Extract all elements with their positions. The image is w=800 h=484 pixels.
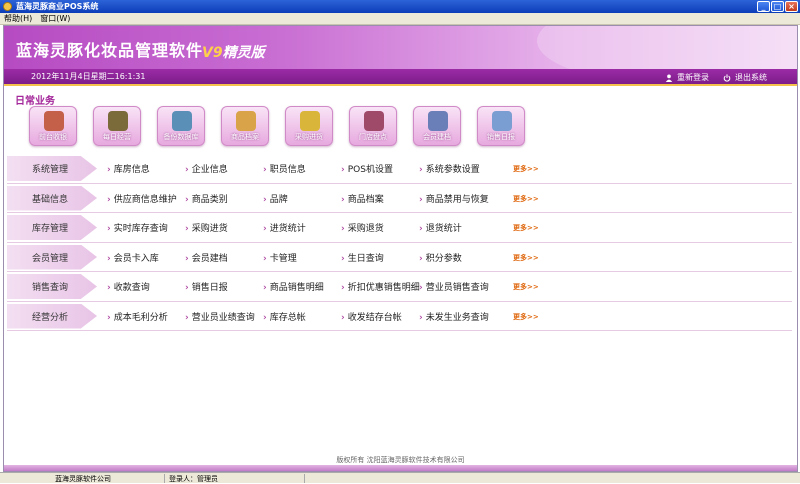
menu-link[interactable]: 商品销售明细 [263, 280, 341, 293]
version-label: V9精灵版 [202, 42, 265, 62]
maximize-button[interactable]: □ [771, 1, 784, 12]
quick-stocktake[interactable]: 门店盘点 [349, 106, 397, 146]
relogin-button[interactable]: 重新登录 [665, 72, 709, 83]
banner-decoration [537, 26, 797, 69]
quick-products[interactable]: 商品档案 [221, 106, 269, 146]
menubar: 帮助(H) 窗口(W) [0, 13, 800, 25]
more-link[interactable]: 更多>> [513, 223, 539, 233]
more-link[interactable]: 更多>> [513, 253, 539, 263]
menu-link[interactable]: 系统参数设置 [419, 162, 497, 175]
footer-band [4, 465, 797, 471]
row-sales: 销售查询 收款查询 销售日报 商品销售明细 折扣优惠销售明细 营业员销售查询 更… [7, 272, 792, 302]
close-button[interactable]: × [785, 1, 798, 12]
daily-icon [108, 111, 128, 131]
category-label: 库存管理 [7, 215, 97, 240]
menu-link[interactable]: 退货统计 [419, 221, 497, 234]
quick-daily[interactable]: 每日经营 [93, 106, 141, 146]
menu-link[interactable]: 收发结存台帐 [341, 310, 419, 323]
menu-link[interactable]: 库房信息 [107, 162, 185, 175]
relogin-label: 重新登录 [677, 73, 709, 82]
status-company: 蓝海灵豚软件公司 [0, 474, 165, 483]
quick-purchase[interactable]: 采购进货 [285, 106, 333, 146]
app-icon [3, 2, 12, 11]
menu-link[interactable]: 未发生业务查询 [419, 310, 497, 323]
quick-report[interactable]: 销售日报 [477, 106, 525, 146]
quick-backup[interactable]: 备份数据库 [157, 106, 205, 146]
version-v: V9 [202, 45, 223, 61]
menu-link[interactable]: 卡管理 [263, 251, 341, 264]
menu-link[interactable]: 营业员销售查询 [419, 280, 497, 293]
exit-label: 退出系统 [735, 73, 767, 82]
minimize-button[interactable]: _ [757, 1, 770, 12]
truck-icon [300, 111, 320, 131]
date-bar: 2012年11月4日星期二16:1:31 重新登录 退出系统 [4, 69, 797, 86]
status-user: 登录人：管理员 [165, 474, 305, 483]
menu-link[interactable]: 采购进货 [185, 221, 263, 234]
function-rows: 系统管理 库房信息 企业信息 职员信息 POS机设置 系统参数设置 更多>> 基… [7, 154, 792, 331]
menu-link[interactable]: 品牌 [263, 192, 341, 205]
menu-help[interactable]: 帮助(H) [0, 13, 36, 24]
menu-link[interactable]: 成本毛利分析 [107, 310, 185, 323]
more-link[interactable]: 更多>> [513, 282, 539, 292]
menu-link[interactable]: 会员卡入库 [107, 251, 185, 264]
power-icon [723, 73, 731, 82]
section-title: 日常业务 [15, 96, 55, 107]
row-member: 会员管理 会员卡入库 会员建档 卡管理 生日查询 积分参数 更多>> [7, 243, 792, 272]
statusbar: 蓝海灵豚软件公司 登录人：管理员 [0, 472, 800, 483]
row-basic: 基础信息 供应商信息维护 商品类别 品牌 商品档案 商品禁用与恢复 更多>> [7, 184, 792, 213]
category-label: 基础信息 [7, 185, 97, 211]
banner: 蓝海灵豚化妆品管理软件 V9精灵版 [4, 26, 797, 69]
exit-button[interactable]: 退出系统 [723, 72, 767, 83]
user-icon [665, 74, 673, 82]
menu-link[interactable]: 收款查询 [107, 280, 185, 293]
quick-actions: 前台收银 每日经营 备份数据库 商品档案 采购进货 门店盘点 会员建档 销售日报 [29, 106, 525, 146]
row-inventory: 库存管理 实时库存查询 采购进货 进货统计 采购退货 退货统计 更多>> [7, 213, 792, 243]
menu-window[interactable]: 窗口(W) [36, 13, 74, 24]
menu-link[interactable]: 库存总帐 [263, 310, 341, 323]
category-label: 销售查询 [7, 274, 97, 299]
more-link[interactable]: 更多>> [513, 312, 539, 322]
menu-link[interactable]: 商品档案 [341, 192, 419, 205]
menu-link[interactable]: 销售日报 [185, 280, 263, 293]
menu-link[interactable]: 折扣优惠销售明细 [341, 280, 420, 293]
more-link[interactable]: 更多>> [513, 164, 539, 174]
member-icon [428, 111, 448, 131]
window-titlebar: 蓝海灵豚商业POS系统 _ □ × [0, 0, 800, 13]
cashier-icon [44, 111, 64, 131]
category-label: 系统管理 [7, 156, 97, 181]
backup-icon [172, 111, 192, 131]
menu-link[interactable]: 商品类别 [185, 192, 263, 205]
menu-link[interactable]: 职员信息 [263, 162, 341, 175]
menu-link[interactable]: 商品禁用与恢复 [419, 192, 497, 205]
main-frame: 蓝海灵豚化妆品管理软件 V9精灵版 2012年11月4日星期二16:1:31 重… [3, 25, 798, 472]
menu-link[interactable]: 实时库存查询 [107, 221, 185, 234]
menu-link[interactable]: 生日查询 [341, 251, 419, 264]
brand-title: 蓝海灵豚化妆品管理软件 [16, 41, 204, 60]
menu-link[interactable]: 营业员业绩查询 [185, 310, 263, 323]
menu-link[interactable]: 积分参数 [419, 251, 497, 264]
quick-cashier[interactable]: 前台收银 [29, 106, 77, 146]
report-icon [492, 111, 512, 131]
datetime: 2012年11月4日星期二16:1:31 [31, 72, 146, 81]
copyright: 版权所有 沈阳蓝海灵豚软件技术有限公司 [336, 456, 465, 464]
menu-link[interactable]: 采购退货 [341, 221, 419, 234]
category-label: 经营分析 [7, 303, 97, 329]
window-title: 蓝海灵豚商业POS系统 [16, 2, 99, 11]
menu-link[interactable]: 企业信息 [185, 162, 263, 175]
menu-link[interactable]: POS机设置 [341, 162, 419, 175]
more-link[interactable]: 更多>> [513, 194, 539, 204]
menu-link[interactable]: 进货统计 [263, 221, 341, 234]
row-analysis: 经营分析 成本毛利分析 营业员业绩查询 库存总帐 收发结存台帐 未发生业务查询 … [7, 302, 792, 331]
menu-link[interactable]: 会员建档 [185, 251, 263, 264]
menu-link[interactable]: 供应商信息维护 [107, 192, 185, 205]
version-text: 精灵版 [222, 45, 265, 61]
product-icon [236, 111, 256, 131]
store-icon [364, 111, 384, 131]
row-system: 系统管理 库房信息 企业信息 职员信息 POS机设置 系统参数设置 更多>> [7, 154, 792, 184]
quick-member[interactable]: 会员建档 [413, 106, 461, 146]
category-label: 会员管理 [7, 244, 97, 270]
